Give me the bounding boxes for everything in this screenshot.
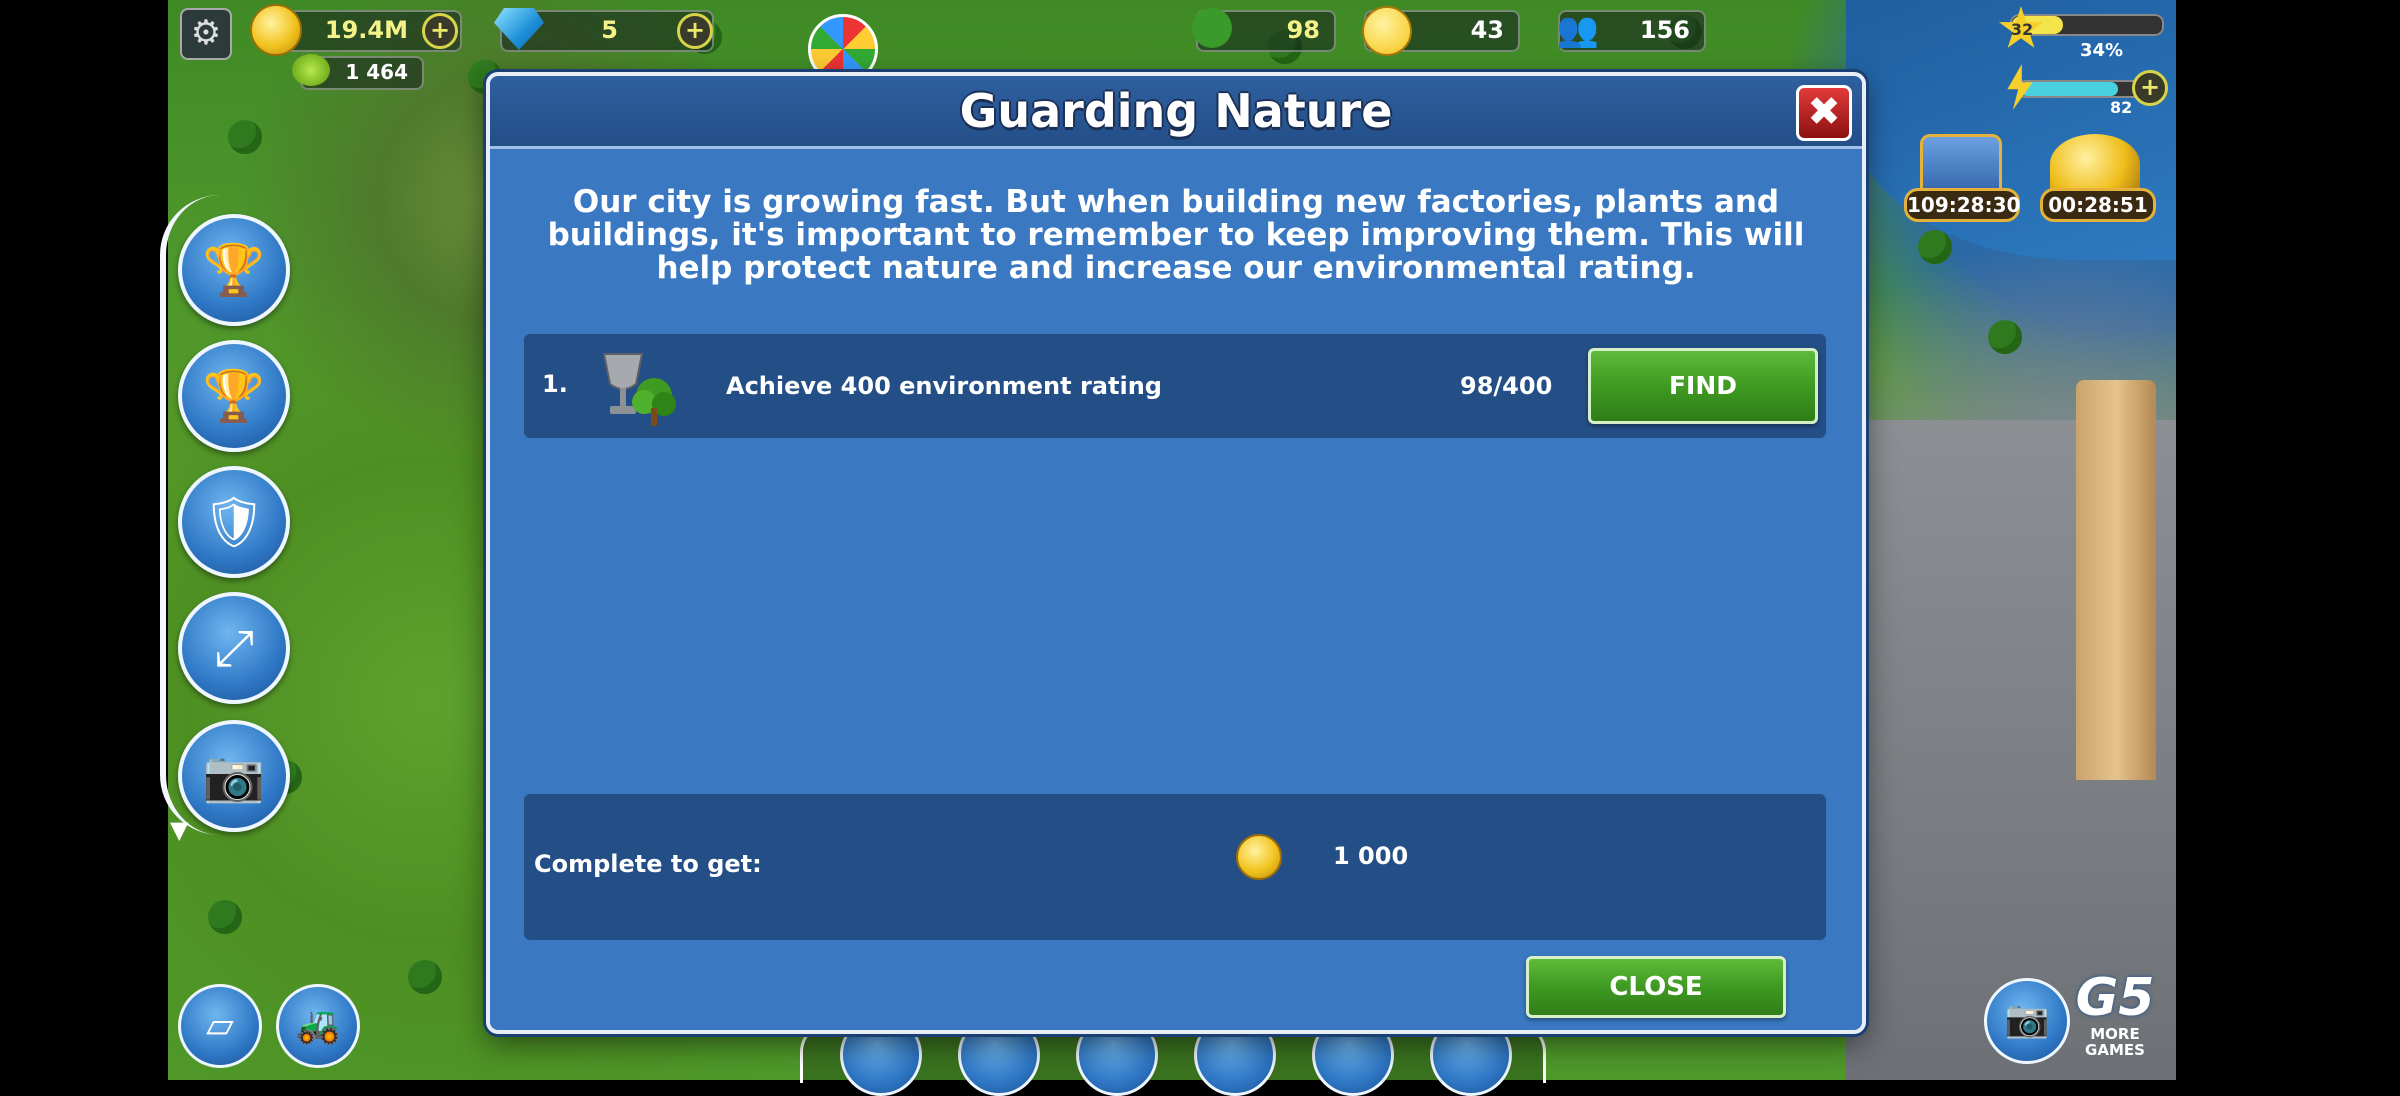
environment-quests-button[interactable]: 🏆 [178, 214, 290, 326]
buy-coins-button[interactable]: + [422, 13, 458, 49]
population-quests-button[interactable]: 🏆 [178, 340, 290, 452]
road-icon: ▱ [206, 1005, 234, 1046]
green-cash-value: 1 464 [345, 60, 408, 84]
reward-box: Complete to get: 1 000 [524, 794, 1826, 940]
reward-amount: 1 000 [1333, 842, 1409, 870]
trophy-people-icon: 🏆 [202, 366, 266, 425]
coins-timer: 00:28:51 [2040, 188, 2156, 222]
tree [228, 120, 262, 154]
happiness-value: 43 [1470, 16, 1504, 44]
level-percent: 34% [2080, 40, 2124, 61]
find-button[interactable]: FIND [1588, 348, 1818, 424]
tree [1918, 230, 1952, 264]
population-value: 156 [1639, 16, 1690, 44]
coin-icon [250, 4, 302, 56]
dialog-header: Guarding Nature ✖ [490, 76, 1862, 149]
quest-row: 1. Achieve 400 environment rating 98/400… [524, 334, 1826, 438]
energy-value: 82 [2110, 98, 2133, 117]
dialog-title: Guarding Nature [959, 84, 1393, 138]
camera-icon: 📷 [2004, 999, 2050, 1040]
cash-icon [292, 54, 330, 86]
clock-tower[interactable] [2076, 380, 2156, 780]
screenshot-button[interactable]: 📷 [1984, 978, 2070, 1064]
energy-bar-fill [2020, 82, 2119, 96]
coins-value: 19.4M [324, 16, 408, 44]
smile-icon [1362, 6, 1412, 56]
buy-gems-button[interactable]: + [677, 13, 713, 49]
more-games-label: MORE GAMES [2085, 1025, 2145, 1059]
trophy-tree-icon: 🏆 [202, 240, 266, 299]
quest-number: 1. [542, 370, 568, 398]
level-number: 32 [2010, 20, 2034, 39]
reward-label: Complete to get: [534, 850, 762, 878]
environment-value: 98 [1286, 16, 1320, 44]
tree [1988, 320, 2022, 354]
camera-button[interactable]: 📷 [178, 720, 290, 832]
g5-logo: G5 [2075, 968, 2155, 1028]
energy-bar [2018, 80, 2142, 98]
coin-icon [1236, 834, 1282, 880]
bulldozer-icon: 🚜 [295, 1005, 341, 1046]
tree [408, 960, 442, 994]
trophy-tree-icon [602, 353, 676, 426]
chest-timer: 109:28:30 [1904, 188, 2020, 222]
gems-value: 5 [601, 16, 618, 44]
tree-icon [1192, 8, 1232, 48]
quest-text: Achieve 400 environment rating [726, 372, 1162, 400]
close-x-button[interactable]: ✖ [1796, 85, 1852, 141]
expand-icon: ⤢ [214, 618, 254, 677]
camera-icon: 📷 [202, 746, 266, 805]
gear-icon: ⚙ [190, 13, 222, 53]
coin-pile-icon[interactable] [2050, 134, 2140, 194]
settings-button[interactable]: ⚙ [180, 8, 232, 60]
dialog-description: Our city is growing fast. But when build… [547, 184, 1805, 286]
more-games-button[interactable]: G5 MORE GAMES [2070, 970, 2160, 1070]
quest-progress: 98/400 [1460, 372, 1553, 400]
fire-protection-button[interactable]: 🛡 [178, 466, 290, 578]
people-icon: 👥 [1556, 10, 1600, 50]
collapse-arrow-icon[interactable]: ▼ [170, 816, 188, 844]
quest-dialog: Guarding Nature ✖ Our city is growing fa… [486, 72, 1866, 1034]
road-button[interactable]: ▱ [178, 984, 262, 1068]
close-icon: ✖ [1807, 89, 1841, 135]
bulldozer-button[interactable]: 🚜 [276, 984, 360, 1068]
expand-territory-button[interactable]: ⤢ [178, 592, 290, 704]
tree [208, 900, 242, 934]
close-button[interactable]: CLOSE [1526, 956, 1786, 1018]
buy-energy-button[interactable]: + [2132, 70, 2168, 106]
shield-fire-icon: 🛡 [202, 492, 266, 551]
